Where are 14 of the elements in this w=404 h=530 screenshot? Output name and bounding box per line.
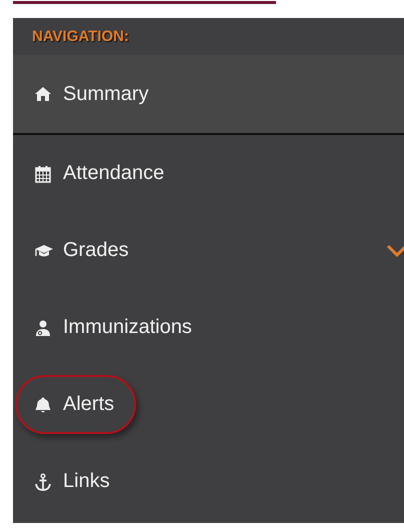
calendar-icon [34, 164, 53, 182]
navigation-heading: NAVIGATION: [32, 28, 129, 45]
nav-item[interactable]: Links [13, 443, 404, 520]
home-icon [34, 85, 53, 103]
anchor-icon [34, 472, 53, 490]
nav-item[interactable]: Immunizations [13, 289, 404, 366]
chevron-icon [386, 244, 404, 258]
nav-item[interactable]: Grades [13, 212, 404, 289]
nav-item[interactable]: Summary [13, 55, 404, 135]
person-icon [34, 318, 53, 336]
nav-item[interactable]: Alerts [13, 366, 404, 443]
highlight-ring: Alerts [15, 375, 136, 434]
bell-icon [34, 396, 53, 414]
nav-item[interactable]: Attendance [13, 135, 404, 212]
